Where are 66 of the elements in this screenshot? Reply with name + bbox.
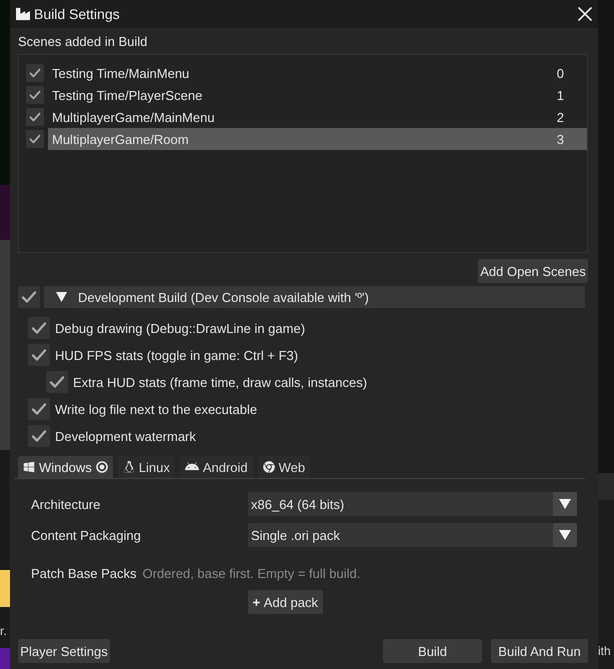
close-button[interactable] (576, 5, 594, 23)
factory-icon (16, 7, 30, 21)
target-icon (96, 461, 108, 473)
player-settings-button[interactable]: Player Settings (18, 639, 110, 663)
section-label: Scenes added in Build (18, 34, 148, 50)
scene-item[interactable]: Testing Time/MainMenu 0 (48, 62, 587, 84)
checkbox[interactable] (28, 398, 50, 420)
scene-item[interactable]: MultiplayerGame/MainMenu 2 (48, 106, 587, 128)
checkbox[interactable] (28, 425, 50, 447)
checkmark-icon (29, 67, 41, 79)
scene-name: MultiplayerGame/MainMenu (52, 110, 215, 124)
checkmark-icon (29, 133, 41, 145)
checkbox[interactable] (26, 64, 44, 82)
add-pack-button[interactable]: Add pack (248, 590, 323, 614)
dropdown[interactable]: Single .ori pack (248, 523, 577, 547)
checkmark-icon (31, 428, 47, 444)
platform-tab[interactable]: Linux (118, 456, 175, 478)
scene-item[interactable]: Testing Time/PlayerScene 1 (48, 84, 587, 106)
checkbox[interactable] (26, 130, 44, 148)
checkbox[interactable] (28, 317, 50, 339)
window-title: Build Settings (34, 6, 120, 22)
plus-icon (253, 596, 260, 608)
close-icon (578, 7, 592, 21)
checkmark-icon (31, 347, 47, 363)
platform-tab[interactable]: Windows (18, 456, 113, 478)
checkmark-icon (29, 111, 41, 123)
scene-index: 0 (556, 66, 564, 80)
platform-tab[interactable]: Web (258, 456, 310, 478)
checkbox[interactable] (18, 286, 40, 308)
setting-label: Patch Base Packs (31, 566, 136, 581)
option-label: HUD FPS stats (toggle in game: Ctrl + F3) (55, 348, 298, 362)
scene-index: 1 (556, 88, 564, 102)
scene-index: 3 (556, 132, 564, 146)
scene-name: MultiplayerGame/Room (52, 132, 189, 146)
penguin-icon (122, 461, 135, 473)
checkmark-icon (29, 89, 41, 101)
option-label: Debug drawing (Debug::DrawLine in game) (55, 320, 306, 336)
checkbox[interactable] (26, 86, 44, 104)
scene-item[interactable]: MultiplayerGame/Room 3 (48, 128, 587, 150)
build-button[interactable]: Build (383, 639, 482, 663)
platform-tab[interactable]: Android (180, 456, 253, 478)
build-button[interactable]: Build And Run (491, 639, 588, 663)
checkbox[interactable] (46, 371, 68, 393)
checkbox[interactable] (26, 108, 44, 126)
option-label: Write log file next to the executable (55, 402, 258, 416)
checkbox[interactable] (28, 344, 50, 366)
windows-logo-icon (23, 461, 35, 473)
option-label: Extra HUD stats (frame time, draw calls, instances) (73, 374, 368, 390)
scene-name: Testing Time/PlayerScene (52, 88, 202, 102)
scene-index: 2 (556, 110, 564, 124)
background-text: r. (0, 624, 7, 638)
add-open-scenes-button[interactable]: Add Open Scenes (478, 259, 588, 283)
hint-text: Ordered, base first. Empty = full build. (142, 566, 360, 581)
setting-label: Content Packaging (31, 528, 142, 542)
background-text: ith (598, 644, 611, 658)
checkmark-icon (31, 401, 47, 417)
option-label: Development watermark (55, 428, 196, 444)
setting-label: Architecture (31, 496, 102, 512)
checkmark-icon (49, 374, 65, 390)
checkmark-icon (21, 289, 37, 305)
dropdown[interactable]: x86_64 (64 bits) (248, 492, 577, 516)
scene-name: Testing Time/MainMenu (52, 66, 190, 80)
development-build-header[interactable]: Development Build (Dev Console available with 'º') (44, 286, 585, 308)
chrome-logo-icon (262, 461, 275, 473)
caret-icon (56, 292, 67, 302)
checkmark-icon (31, 320, 47, 336)
